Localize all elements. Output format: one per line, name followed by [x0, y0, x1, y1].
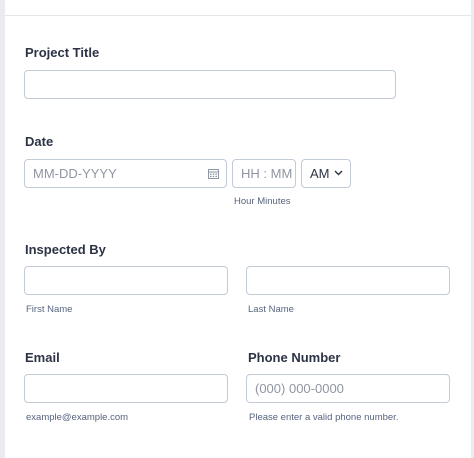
- ampm-selected-value: AM: [310, 166, 330, 181]
- page-frame-left: [0, 0, 5, 458]
- phone-placeholder: (000) 000-0000: [255, 381, 344, 396]
- top-divider: [5, 15, 471, 16]
- email-sublabel: example@example.com: [26, 412, 129, 423]
- time-placeholder: HH : MM: [241, 166, 293, 181]
- phone-sublabel: Please enter a valid phone number.: [249, 412, 399, 423]
- date-label: Date: [25, 134, 54, 149]
- ampm-select[interactable]: AM: [301, 159, 351, 188]
- first-name-sublabel: First Name: [26, 304, 73, 315]
- time-sublabel: Hour Minutes: [234, 196, 291, 207]
- inspected-by-label: Inspected By: [25, 242, 106, 257]
- project-title-input[interactable]: [24, 70, 396, 99]
- time-input[interactable]: HH : MM: [232, 159, 296, 188]
- calendar-icon[interactable]: [208, 168, 219, 179]
- chevron-down-icon: [334, 170, 343, 176]
- email-label: Email: [25, 350, 60, 365]
- email-input[interactable]: [24, 374, 228, 403]
- phone-label: Phone Number: [248, 350, 341, 365]
- project-title-label: Project Title: [25, 45, 100, 60]
- phone-input[interactable]: (000) 000-0000: [246, 374, 450, 403]
- date-placeholder: MM-DD-YYYY: [33, 166, 117, 181]
- first-name-input[interactable]: [24, 266, 228, 295]
- last-name-input[interactable]: [246, 266, 450, 295]
- last-name-sublabel: Last Name: [248, 304, 294, 315]
- date-input[interactable]: MM-DD-YYYY: [24, 159, 227, 188]
